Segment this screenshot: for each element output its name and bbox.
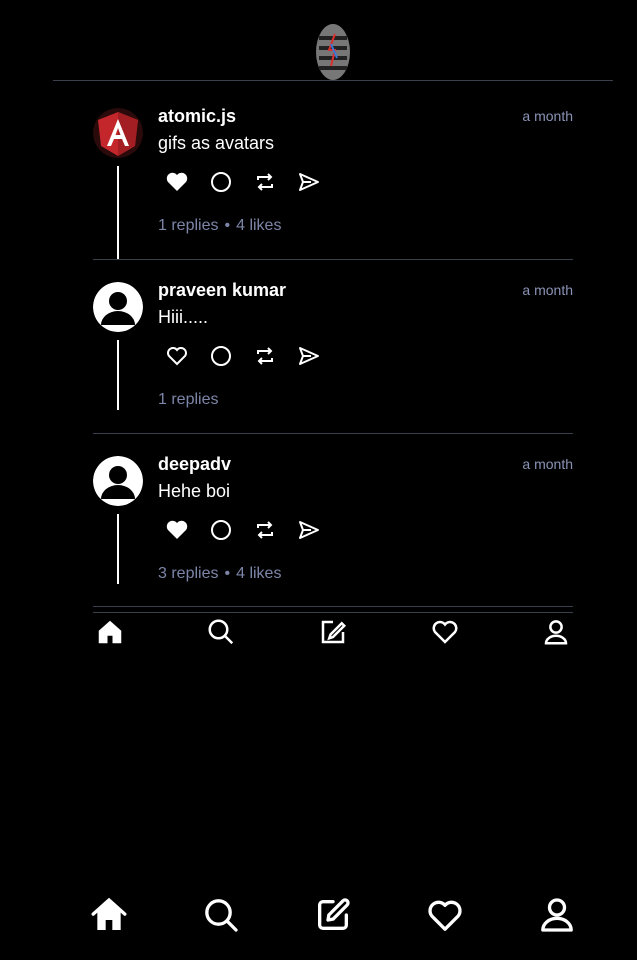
activity-heart-icon[interactable] <box>425 895 465 935</box>
app-page: atomic.js a month gifs as avatars 1 repl… <box>0 0 637 960</box>
comment-icon[interactable] <box>209 344 233 368</box>
likes-count[interactable]: 4 likes <box>236 217 281 234</box>
heart-icon[interactable] <box>165 518 189 542</box>
comment-icon[interactable] <box>209 518 233 542</box>
post-content: gifs as avatars <box>158 133 275 153</box>
app-logo-icon[interactable] <box>315 22 351 82</box>
heart-icon[interactable] <box>165 344 189 368</box>
compose-icon[interactable] <box>313 895 353 935</box>
default-user-icon <box>93 282 143 332</box>
post-stats: 1 replies <box>158 391 218 409</box>
inline-nav-bar <box>93 612 573 649</box>
post-time: a month <box>522 456 573 472</box>
thread-line <box>117 340 119 410</box>
post-time: a month <box>522 108 573 124</box>
post-username[interactable]: praveen kumar <box>158 280 286 301</box>
share-icon[interactable] <box>297 518 321 542</box>
post-card[interactable]: praveen kumar a month Hiii..... 1 replie… <box>93 274 573 434</box>
replies-count[interactable]: 1 replies <box>158 391 218 408</box>
bottom-nav-bar <box>91 895 573 940</box>
post-card[interactable]: atomic.js a month gifs as avatars 1 repl… <box>93 100 573 260</box>
angular-logo-icon <box>93 108 143 158</box>
header <box>53 0 613 81</box>
profile-icon[interactable] <box>539 617 573 651</box>
share-icon[interactable] <box>297 170 321 194</box>
thread-line <box>117 166 119 260</box>
stats-separator: • <box>224 565 231 582</box>
replies-count[interactable]: 3 replies <box>158 565 218 582</box>
repost-icon[interactable] <box>253 170 277 194</box>
repost-icon[interactable] <box>253 344 277 368</box>
repost-icon[interactable] <box>253 518 277 542</box>
post-divider <box>93 259 573 260</box>
post-card[interactable]: deepadv a month Hehe boi 3 replies • 4 lik… <box>93 448 573 608</box>
post-username[interactable]: atomic.js <box>158 106 236 127</box>
post-divider <box>93 433 573 434</box>
search-icon[interactable] <box>204 617 238 651</box>
post-stats: 3 replies • 4 likes <box>158 565 281 583</box>
post-content: Hiii..... <box>158 307 209 327</box>
avatar[interactable] <box>93 282 143 332</box>
post-stats: 1 replies • 4 likes <box>158 217 281 235</box>
activity-heart-icon[interactable] <box>428 617 462 651</box>
heart-icon[interactable] <box>165 170 189 194</box>
replies-count[interactable]: 1 replies <box>158 217 218 234</box>
post-actions <box>165 518 335 542</box>
thread-line <box>117 514 119 584</box>
post-actions <box>165 344 335 368</box>
profile-icon[interactable] <box>537 895 577 935</box>
post-content: Hehe boi <box>158 481 231 501</box>
post-divider <box>93 606 573 607</box>
stats-separator: • <box>224 217 231 234</box>
avatar[interactable] <box>93 456 143 506</box>
post-time: a month <box>522 282 573 298</box>
share-icon[interactable] <box>297 344 321 368</box>
avatar[interactable] <box>93 108 143 158</box>
comment-icon[interactable] <box>209 170 233 194</box>
post-username[interactable]: deepadv <box>158 454 231 475</box>
default-user-icon <box>93 456 143 506</box>
search-icon[interactable] <box>201 895 241 935</box>
likes-count[interactable]: 4 likes <box>236 565 281 582</box>
home-icon[interactable] <box>93 617 127 651</box>
home-icon[interactable] <box>89 895 129 935</box>
post-actions <box>165 170 335 194</box>
compose-icon[interactable] <box>316 617 350 651</box>
